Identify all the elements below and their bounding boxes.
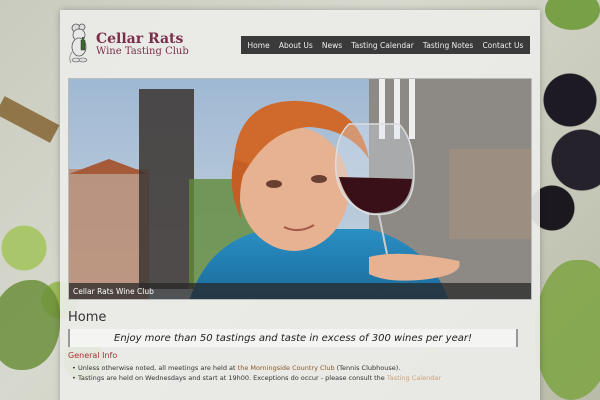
page-container: Cellar Rats Wine Tasting Club Home About…	[60, 10, 540, 400]
background-leaf-left	[0, 280, 60, 370]
nav-item-contact-us[interactable]: Contact Us	[482, 41, 523, 50]
main-content: Home Enjoy more than 50 tastings and tas…	[68, 310, 532, 383]
background-vine	[0, 96, 60, 143]
list-item: Tastings are held on Wednesdays and star…	[72, 373, 532, 383]
info-list: Unless otherwise noted, all meetings are…	[68, 363, 532, 383]
general-info-heading: General Info	[68, 351, 118, 360]
hero-slideshow[interactable]: Cellar Rats Wine Club	[68, 78, 532, 300]
rat-mascot-icon[interactable]	[68, 22, 90, 64]
site-title[interactable]: Cellar Rats	[96, 32, 183, 46]
nav-item-news[interactable]: News	[322, 41, 342, 50]
site-subtitle: Wine Tasting Club	[96, 46, 189, 57]
nav-item-tasting-notes[interactable]: Tasting Notes	[423, 41, 473, 50]
background-leaf-top	[545, 0, 600, 30]
nav-item-about-us[interactable]: About Us	[279, 41, 313, 50]
tagline: Enjoy more than 50 tastings and taste in…	[114, 332, 472, 344]
main-nav: Home About Us News Tasting Calendar Tast…	[241, 36, 530, 54]
tagline-box: Enjoy more than 50 tastings and taste in…	[68, 329, 518, 347]
hero-image	[69, 79, 531, 299]
page-title: Home	[68, 310, 107, 325]
morningside-country-club-link[interactable]: the Morningside Country Club	[238, 364, 335, 372]
background-leaf-right	[535, 260, 600, 400]
site-header: Cellar Rats Wine Tasting Club Home About…	[60, 10, 540, 76]
hero-caption: Cellar Rats Wine Club	[73, 287, 154, 296]
nav-item-home[interactable]: Home	[248, 41, 270, 50]
nav-item-tasting-calendar[interactable]: Tasting Calendar	[351, 41, 414, 50]
list-item: Unless otherwise noted, all meetings are…	[72, 363, 532, 373]
tasting-calendar-link[interactable]: Tasting Calendar	[387, 374, 441, 382]
